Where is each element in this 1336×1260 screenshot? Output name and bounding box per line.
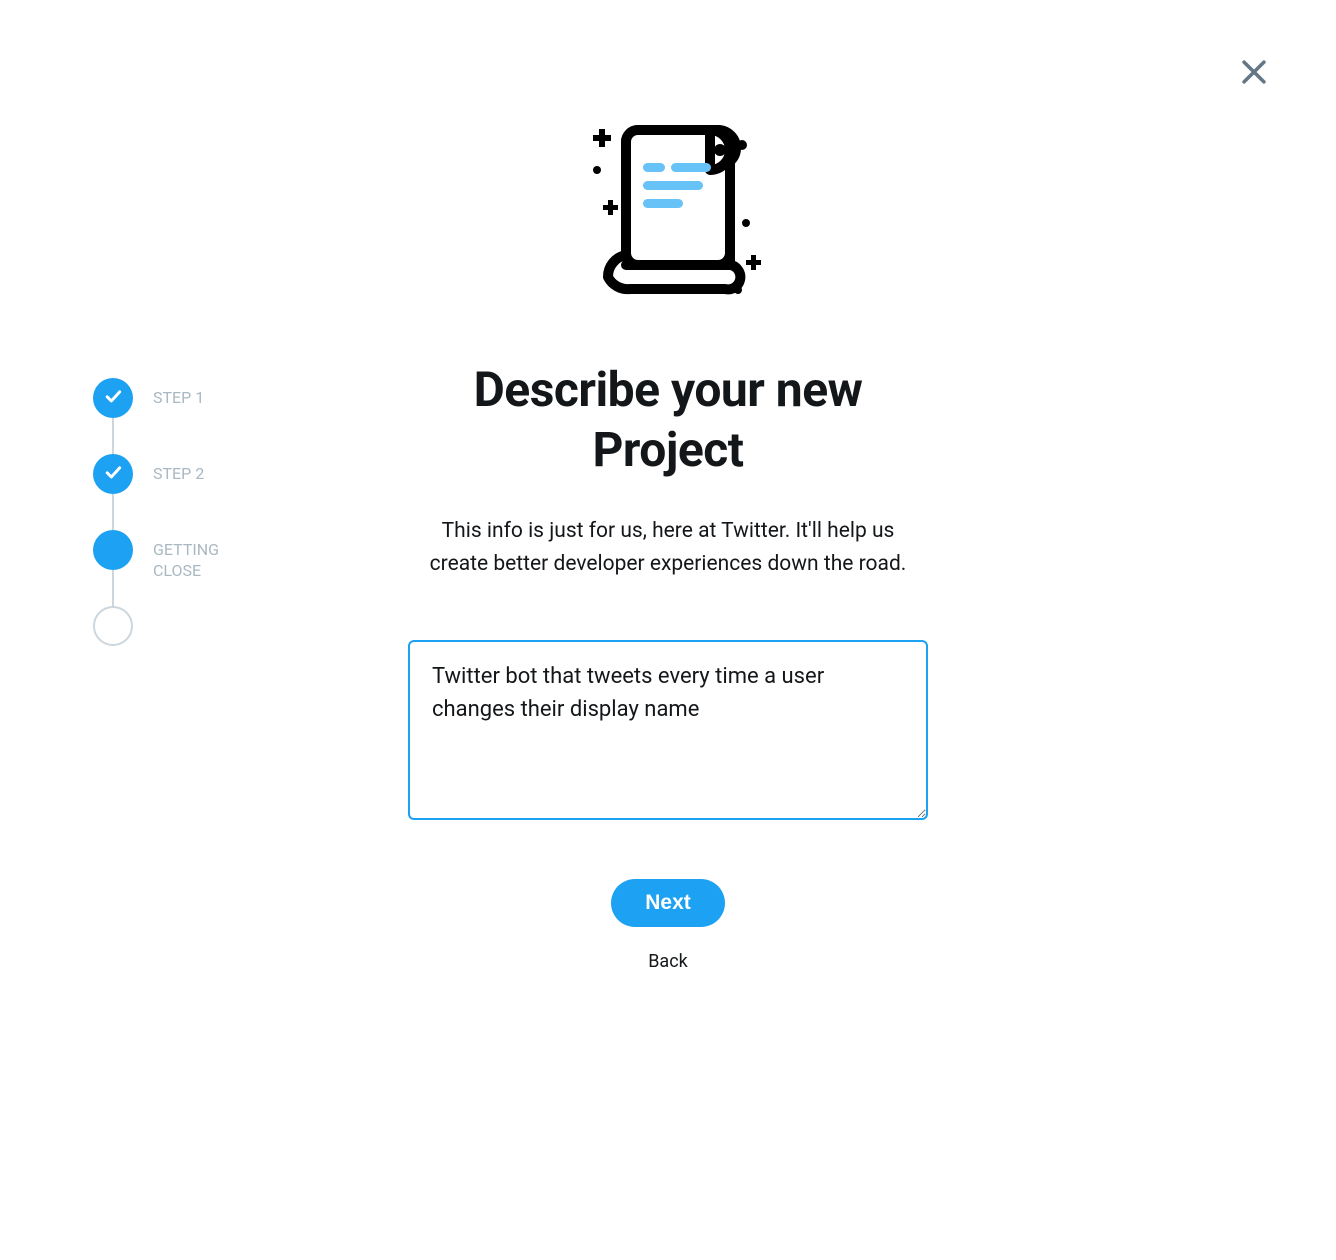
project-description-input[interactable] (408, 640, 928, 820)
main-content: Describe your new Project This info is j… (408, 360, 928, 972)
actions: Next Back (408, 879, 928, 972)
page-subtext: This info is just for us, here at Twitte… (408, 515, 928, 580)
step-label: STEP 2 (153, 464, 204, 485)
step-label: STEP 1 (153, 388, 204, 409)
step-connector (112, 418, 114, 458)
step-circle-done (93, 454, 133, 494)
step-circle-pending (93, 606, 133, 646)
project-scroll-illustration (568, 105, 768, 305)
step-circle-done (93, 378, 133, 418)
step-2: STEP 2 (93, 454, 263, 530)
step-connector (112, 570, 114, 610)
step-1: STEP 1 (93, 378, 263, 454)
back-link[interactable]: Back (408, 951, 928, 972)
step-3: GETTING CLOSE (93, 530, 263, 606)
step-connector (112, 494, 114, 534)
check-icon (103, 386, 123, 410)
next-button[interactable]: Next (611, 879, 725, 927)
step-4 (93, 606, 263, 682)
stepper: STEP 1 STEP 2 GETTING CLOSE (93, 378, 263, 682)
close-icon (1237, 74, 1271, 93)
page-heading: Describe your new Project (408, 360, 928, 480)
step-circle-current (93, 530, 133, 570)
close-button[interactable] (1237, 55, 1271, 93)
check-icon (103, 462, 123, 486)
step-label: GETTING CLOSE (153, 540, 263, 582)
